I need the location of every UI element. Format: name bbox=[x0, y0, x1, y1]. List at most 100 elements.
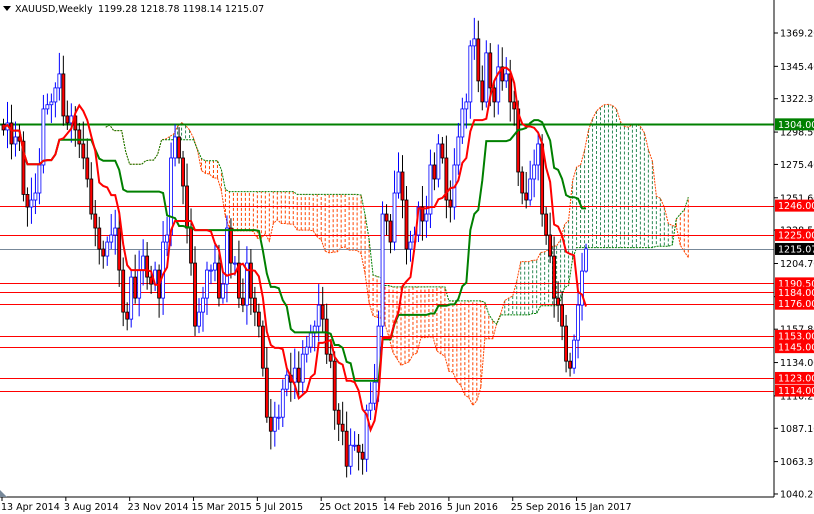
bear-candle-body bbox=[564, 325, 568, 362]
bear-candle-body bbox=[296, 367, 301, 383]
bull-candle-body bbox=[352, 444, 357, 447]
bull-candle-body bbox=[109, 234, 114, 243]
bear-candle-body bbox=[344, 430, 349, 467]
price-chart[interactable]: 1369.201345.401322.301298.501275.401251.… bbox=[0, 0, 814, 514]
level-label: 1304.00 bbox=[778, 120, 814, 131]
candle bbox=[101, 240, 106, 269]
kijun-sen-line bbox=[3, 119, 587, 382]
price-axis[interactable]: 1369.201345.401322.301298.501275.401251.… bbox=[774, 29, 814, 501]
candle bbox=[580, 252, 584, 321]
candle bbox=[9, 104, 14, 160]
candle bbox=[428, 149, 433, 229]
candle bbox=[209, 264, 213, 285]
price-tick-label: 1134.00 bbox=[780, 358, 814, 369]
candle bbox=[85, 138, 90, 188]
bear-candle-body bbox=[9, 122, 14, 145]
bull-candle-body bbox=[584, 248, 588, 272]
bear-candle-body bbox=[340, 423, 345, 432]
bear-candle-body bbox=[388, 220, 393, 243]
candle bbox=[440, 136, 445, 164]
candle bbox=[432, 152, 437, 191]
time-tick-label: 13 Apr 2014 bbox=[1, 502, 60, 513]
bear-candle-body bbox=[181, 157, 185, 187]
bull-candle-body bbox=[197, 311, 201, 327]
candle bbox=[424, 195, 429, 238]
candle bbox=[420, 186, 425, 241]
candle bbox=[396, 152, 401, 199]
candle bbox=[388, 214, 393, 254]
candle bbox=[528, 160, 533, 206]
bear-candle-body bbox=[320, 304, 325, 320]
bear-candle-body bbox=[336, 409, 341, 425]
candle bbox=[201, 286, 205, 332]
bull-candle-body bbox=[209, 269, 213, 272]
bull-candle-body bbox=[372, 381, 377, 404]
candle bbox=[524, 171, 529, 209]
candle bbox=[157, 264, 162, 318]
collapse-triangle-icon[interactable] bbox=[3, 6, 11, 11]
bull-candle-body bbox=[472, 38, 477, 47]
candle bbox=[312, 320, 317, 352]
bull-candle-body bbox=[308, 332, 313, 348]
bear-candle-body bbox=[264, 367, 269, 418]
candle bbox=[308, 324, 313, 353]
price-tick-label: 1322.30 bbox=[780, 94, 814, 105]
bull-candle-body bbox=[221, 283, 225, 299]
bull-candle-body bbox=[576, 304, 580, 341]
candle bbox=[496, 44, 501, 115]
candle bbox=[444, 135, 449, 219]
bear-candle-body bbox=[520, 171, 525, 194]
bull-candle-body bbox=[37, 164, 42, 194]
bull-candle-body bbox=[504, 73, 509, 82]
bull-candle-body bbox=[396, 171, 401, 194]
bull-candle-body bbox=[276, 416, 281, 419]
bear-candle-body bbox=[440, 143, 445, 159]
candle bbox=[248, 249, 253, 315]
bull-candle-body bbox=[13, 136, 18, 145]
bull-candle-body bbox=[213, 262, 217, 271]
bear-candle-body bbox=[189, 227, 193, 264]
bear-candle-body bbox=[328, 353, 333, 362]
candle bbox=[460, 97, 465, 144]
bull-candle-body bbox=[572, 339, 576, 369]
candle bbox=[480, 65, 485, 111]
candle bbox=[237, 240, 241, 308]
bear-candle-body bbox=[81, 143, 86, 159]
chart-header: XAUUSD,Weekly 1199.28 1218.78 1198.14 12… bbox=[3, 4, 264, 15]
bear-candle-body bbox=[508, 73, 513, 103]
time-tick-label: 5 Jul 2015 bbox=[255, 502, 303, 513]
bull-candle-body bbox=[280, 388, 285, 418]
bear-candle-body bbox=[480, 80, 485, 103]
candle bbox=[33, 173, 38, 215]
bull-candle-body bbox=[201, 297, 205, 313]
bear-candle-body bbox=[548, 234, 553, 257]
candle bbox=[436, 134, 441, 188]
candles bbox=[1, 17, 588, 478]
candle bbox=[400, 155, 405, 219]
candle bbox=[181, 150, 185, 205]
ichimoku-cloud bbox=[105, 103, 689, 407]
candle bbox=[189, 208, 193, 276]
candle bbox=[380, 201, 385, 343]
bull-candle-body bbox=[292, 367, 297, 383]
bull-candle-body bbox=[484, 52, 489, 103]
candle bbox=[544, 207, 549, 245]
candle bbox=[352, 431, 357, 451]
bull-candle-body bbox=[284, 374, 289, 390]
candle bbox=[225, 215, 229, 303]
time-axis[interactable]: 13 Apr 2014 3 Aug 2014 23 Nov 2014 15 Mar 2… bbox=[1, 497, 632, 513]
candle bbox=[532, 149, 537, 198]
bull-candle-body bbox=[348, 444, 353, 467]
bull-candle-body bbox=[464, 101, 469, 110]
bear-candle-body bbox=[133, 276, 138, 299]
time-tick-label: 15 Jan 2017 bbox=[575, 502, 632, 513]
price-tick-label: 1345.40 bbox=[780, 62, 814, 73]
candle bbox=[97, 216, 102, 265]
candle bbox=[360, 443, 365, 475]
ohlc-readout: 1199.28 1218.78 1198.14 1215.07 bbox=[98, 4, 264, 15]
bull-candle-body bbox=[316, 304, 321, 327]
bear-candle-body bbox=[117, 227, 122, 271]
candle bbox=[484, 40, 489, 108]
bull-candle-body bbox=[113, 227, 118, 236]
bull-candle-body bbox=[424, 213, 429, 222]
